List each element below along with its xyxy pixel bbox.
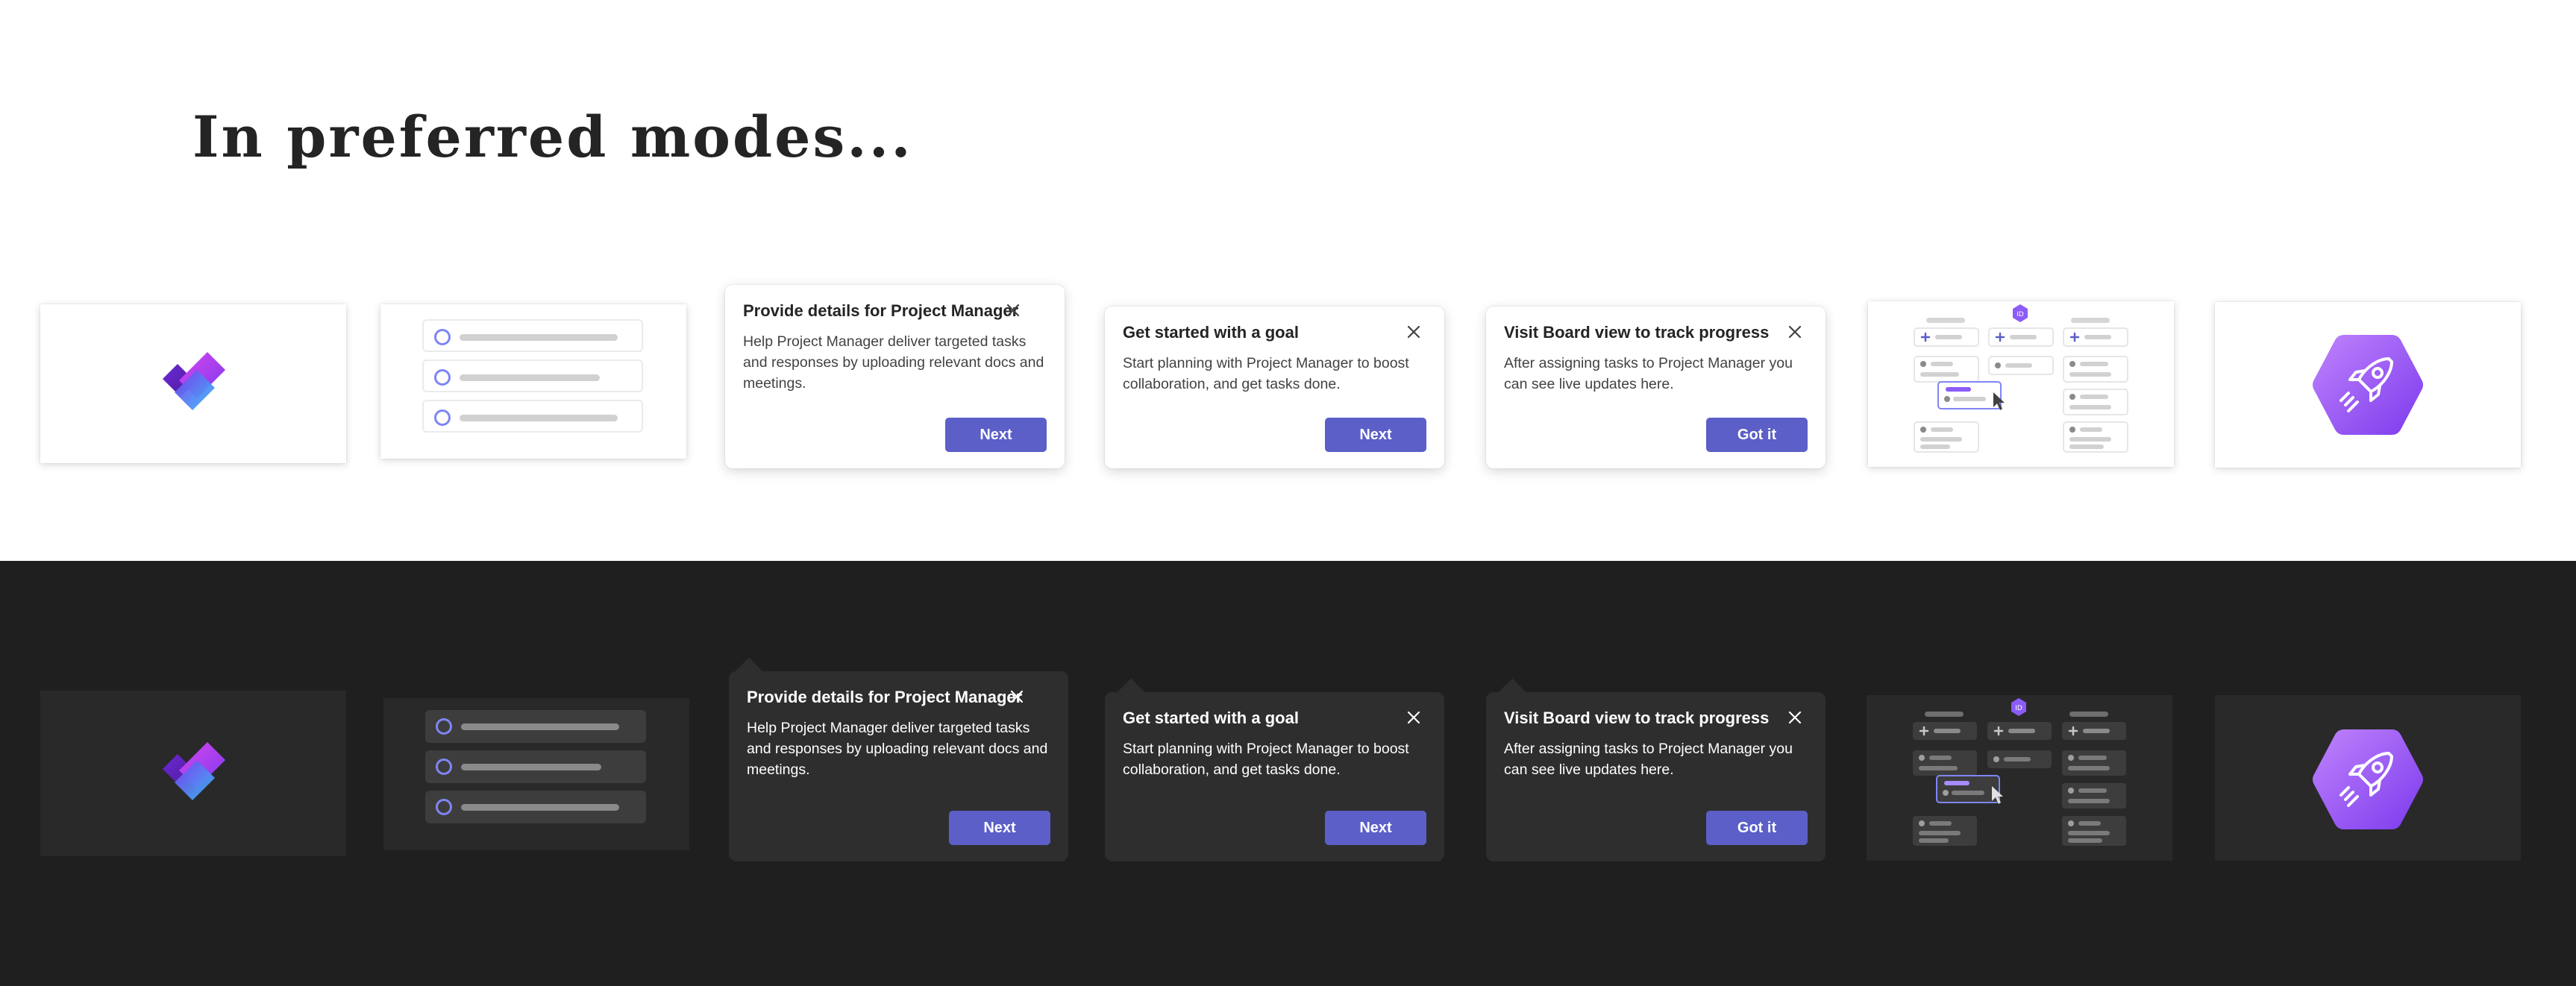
task-list-card <box>380 304 686 459</box>
popup-body: Start planning with Project Manager to b… <box>1123 355 1409 392</box>
placeholder-bar <box>461 764 601 770</box>
close-button[interactable] <box>1783 706 1807 729</box>
task-list-card <box>383 698 689 850</box>
rocket-card <box>2215 695 2521 861</box>
light-mode-section <box>0 0 2576 561</box>
popup-body: Start planning with Project Manager to b… <box>1123 741 1409 778</box>
board-illustration-card: ID <box>1868 301 2174 467</box>
list-item <box>425 750 646 783</box>
list-item <box>422 319 643 352</box>
popup-body: After assigning tasks to Project Manager… <box>1504 355 1793 392</box>
popup-title: Visit Board view to track progress <box>1504 709 1770 727</box>
next-button[interactable]: Next <box>949 811 1050 845</box>
next-button[interactable]: Next <box>945 418 1047 452</box>
placeholder-bar <box>461 804 619 811</box>
teaching-popup-goal: Get started with a goal Start planning w… <box>1105 307 1444 468</box>
page-heading: In preferred modes... <box>192 104 913 170</box>
popup-title: Visit Board view to track progress <box>1504 323 1770 342</box>
svg-text:ID: ID <box>2015 705 2022 712</box>
close-button[interactable] <box>1402 320 1426 344</box>
close-button[interactable] <box>1783 320 1807 344</box>
got-it-button[interactable]: Got it <box>1706 811 1808 845</box>
got-it-button[interactable]: Got it <box>1706 418 1808 452</box>
project-manager-logo-icon <box>163 352 225 410</box>
board-illustration-icon: ID <box>1914 304 2128 453</box>
popup-body: After assigning tasks to Project Manager… <box>1504 741 1793 778</box>
teaching-popup-details: Provide details for Project Manager Help… <box>725 285 1065 468</box>
radio-circle-icon <box>436 799 452 815</box>
close-button[interactable] <box>1402 706 1426 729</box>
rocket-hexagon-icon <box>2313 335 2423 435</box>
teaching-popup-details: Provide details for Project Manager Help… <box>729 657 1068 861</box>
board-illustration-icon: ID <box>1913 698 2126 846</box>
teaching-popup-board: Visit Board view to track progress After… <box>1486 307 1826 468</box>
logo-card <box>40 304 346 463</box>
project-manager-logo-icon <box>163 742 225 800</box>
close-icon <box>1006 304 1020 317</box>
board-illustration-card: ID <box>1867 695 2172 861</box>
next-button[interactable]: Next <box>1325 418 1426 452</box>
close-icon <box>1010 690 1024 703</box>
placeholder-bar <box>460 374 600 381</box>
close-icon <box>1407 711 1420 724</box>
teaching-popup-board: Visit Board view to track progress After… <box>1486 678 1826 861</box>
list-item <box>425 791 646 823</box>
radio-circle-icon <box>434 369 451 386</box>
radio-circle-icon <box>436 759 452 775</box>
list-item <box>422 400 643 433</box>
close-icon <box>1788 711 1802 724</box>
close-button[interactable] <box>1001 298 1025 322</box>
radio-circle-icon <box>436 718 452 735</box>
svg-text:ID: ID <box>2016 311 2024 318</box>
popup-title: Get started with a goal <box>1123 709 1299 727</box>
popup-title: Provide details for Project Manager <box>743 301 1019 320</box>
popup-title: Provide details for Project Manager <box>747 688 1023 706</box>
placeholder-bar <box>460 334 618 341</box>
teaching-popup-goal: Get started with a goal Start planning w… <box>1105 678 1444 861</box>
placeholder-bar <box>460 415 618 421</box>
rocket-hexagon-icon <box>2313 729 2423 829</box>
radio-circle-icon <box>434 409 451 426</box>
popup-title: Get started with a goal <box>1123 323 1299 342</box>
next-button[interactable]: Next <box>1325 811 1426 845</box>
close-icon <box>1788 325 1802 339</box>
popup-body: Help Project Manager deliver targeted ta… <box>747 720 1048 778</box>
list-item <box>422 359 643 392</box>
close-button[interactable] <box>1005 685 1029 709</box>
list-item <box>425 710 646 743</box>
close-icon <box>1407 325 1420 339</box>
popup-body: Help Project Manager deliver targeted ta… <box>743 333 1044 392</box>
placeholder-bar <box>461 723 619 730</box>
radio-circle-icon <box>434 329 451 345</box>
rocket-card <box>2215 302 2521 468</box>
logo-card <box>40 691 346 856</box>
